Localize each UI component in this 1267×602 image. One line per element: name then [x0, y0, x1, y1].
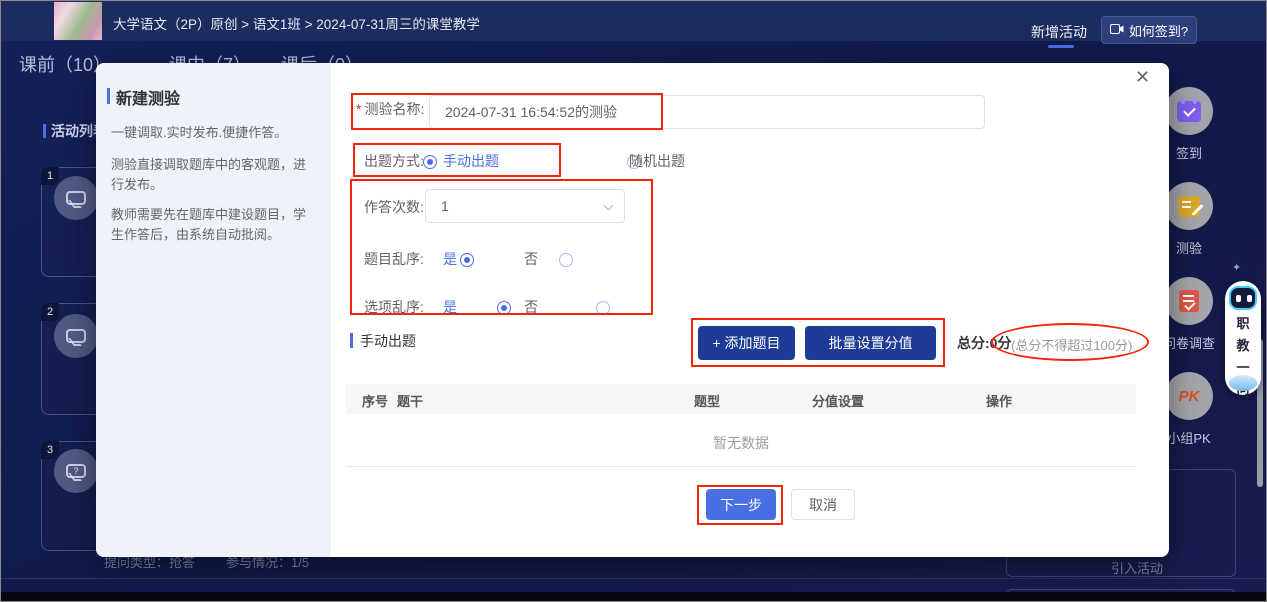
dialog-desc-1: 一键调取.实时发布.便捷作答。 [111, 123, 313, 143]
mode-label: 出题方式: [364, 151, 424, 171]
course-thumbnail [54, 2, 102, 40]
shuffle-question-label: 题目乱序: [364, 249, 424, 269]
radio-random-mode-label[interactable]: 随机出题 [629, 151, 685, 171]
activity-card-3-number: 3 [41, 441, 59, 459]
assistant-char: 职 [1236, 313, 1249, 332]
new-activity-active-indicator [1048, 45, 1074, 48]
how-to-sign-in-button[interactable]: 如何签到? [1101, 16, 1197, 44]
assistant-char: 教 [1236, 335, 1249, 354]
bottom-strip [1, 592, 1267, 602]
menu-sign-in-button[interactable] [1165, 87, 1213, 135]
col-actions: 操作 [986, 391, 1012, 410]
speech-bubble-icon [66, 191, 86, 205]
activity-card-2-icon-circle [54, 314, 98, 358]
import-activity-label[interactable]: 引入活动 [1111, 558, 1163, 577]
attempts-label: 作答次数: [364, 197, 424, 217]
empty-state-text: 暂无数据 [346, 433, 1136, 453]
manual-section-title: 手动出题 [360, 331, 416, 351]
radio-shuffle-question-yes-label[interactable]: 是 [443, 249, 457, 269]
robot-icon [1229, 286, 1257, 310]
radio-shuffle-option-no[interactable] [596, 301, 610, 315]
dialog-desc-2: 测验直接调取题库中的客观题，进行发布。 [111, 155, 313, 195]
water-wave-graphic [1229, 375, 1257, 391]
batch-score-button[interactable]: 批量设置分值 [805, 326, 936, 360]
camera-icon [1110, 23, 1124, 38]
shuffle-option-label: 选项乱序: [364, 297, 424, 317]
dialog-desc-3: 教师需要先在题库中建设题目，学生作答后，由系统自动批阅。 [111, 205, 313, 245]
calendar-check-icon [1177, 101, 1201, 122]
col-stem: 题干 [397, 391, 423, 410]
col-index: 序号 [362, 391, 388, 410]
speech-bubble-icon [66, 329, 86, 343]
question-table-header [346, 384, 1136, 414]
chevron-down-icon [604, 201, 614, 211]
assistant-char: 一 [1236, 357, 1249, 376]
question-bubble-icon: ? [66, 464, 86, 478]
radio-shuffle-option-no-label[interactable]: 否 [524, 297, 538, 317]
radio-manual-mode-label[interactable]: 手动出题 [443, 151, 499, 171]
activity-card-2-number: 2 [41, 303, 59, 321]
app-window: 大学语文（2P）原创 > 语文1班 > 2024-07-31周三的课堂教学 新增… [0, 0, 1267, 602]
activity-card-3-icon-circle: ? [54, 449, 98, 493]
quiz-name-label: *测验名称: [356, 99, 424, 119]
close-icon[interactable]: ✕ [1135, 67, 1150, 88]
table-bottom-divider [346, 466, 1136, 467]
bottom-divider [1, 578, 1267, 579]
menu-quiz-button[interactable] [1165, 182, 1213, 230]
sparkle-icon: ✦ [1232, 261, 1241, 274]
required-mark: * [356, 101, 361, 117]
col-score: 分值设置 [812, 391, 864, 410]
manual-section-bar [350, 333, 353, 348]
quiz-name-label-text: 测验名称: [364, 101, 424, 117]
attempts-value: 1 [441, 198, 449, 214]
survey-doc-icon [1179, 290, 1199, 312]
activity-card-1-icon-circle [54, 176, 98, 220]
how-to-sign-in-label: 如何签到? [1129, 21, 1188, 40]
col-type: 题型 [694, 391, 720, 410]
next-step-button[interactable]: 下一步 [706, 489, 776, 520]
total-score-text: 总分:0分 [957, 333, 1011, 353]
dialog-title: 新建测验 [116, 85, 180, 109]
activity-card-1-number: 1 [41, 167, 59, 185]
cancel-button[interactable]: 取消 [791, 489, 855, 520]
pk-icon: PK [1179, 388, 1200, 405]
add-question-button[interactable]: + 添加题目 [698, 326, 795, 360]
quiz-name-input[interactable]: 2024-07-31 16:54:52的测验 [429, 95, 985, 129]
menu-survey-button[interactable] [1165, 277, 1213, 325]
menu-group-pk-button[interactable]: PK [1165, 372, 1213, 420]
radio-shuffle-option-yes-label[interactable]: 是 [443, 297, 457, 317]
radio-manual-mode[interactable] [423, 155, 437, 169]
new-activity-tab[interactable]: 新增活动 [1031, 22, 1087, 42]
breadcrumb: 大学语文（2P）原创 > 语文1班 > 2024-07-31周三的课堂教学 [113, 13, 480, 33]
dialog-title-bar [107, 88, 110, 104]
attempts-select[interactable]: 1 [425, 189, 625, 223]
activity-list-title-bar [43, 124, 46, 138]
radio-shuffle-option-yes[interactable] [497, 301, 511, 315]
document-pencil-icon [1178, 196, 1200, 217]
radio-shuffle-question-no-label[interactable]: 否 [524, 249, 538, 269]
radio-shuffle-question-yes[interactable] [460, 253, 474, 267]
total-score-note: (总分不得超过100分) [1011, 335, 1132, 354]
